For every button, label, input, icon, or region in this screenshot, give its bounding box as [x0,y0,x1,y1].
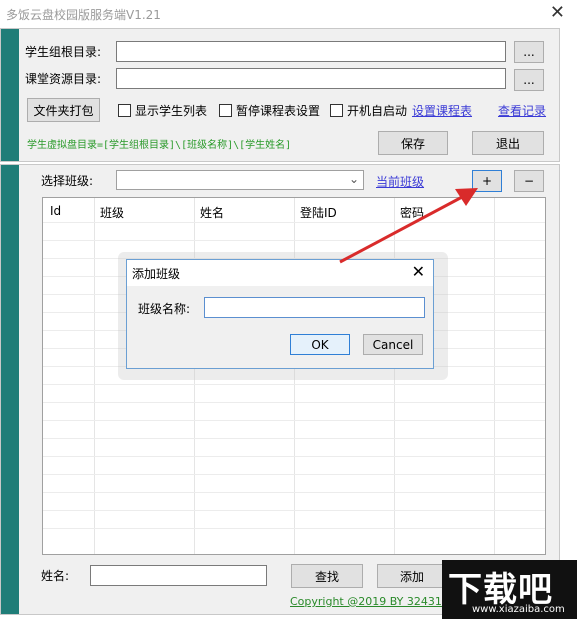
window-close-icon[interactable]: ✕ [550,2,565,24]
column-header-name[interactable]: 姓名 [200,204,224,221]
search-button[interactable]: 查找 [291,564,363,588]
pause-schedule-checkbox[interactable]: 暂停课程表设置 [219,102,320,119]
column-header-id[interactable]: Id [50,204,61,218]
select-class-label: 选择班级: [41,174,94,188]
autostart-checkbox[interactable]: 开机自启动 [330,102,407,119]
save-button[interactable]: 保存 [378,131,448,155]
dialog-cancel-button[interactable]: Cancel [363,334,423,355]
show-student-list-label: 显示学生列表 [135,104,208,118]
column-header-password[interactable]: 密码 [400,204,424,221]
column-header-class[interactable]: 班级 [100,204,124,221]
course-res-label: 课堂资源目录: [25,72,102,86]
class-name-label: 班级名称: [138,302,191,316]
class-select[interactable]: ⌄ [116,170,364,190]
row-divider [43,384,545,385]
row-divider [43,510,545,511]
settings-accent-bar [1,29,19,161]
row-divider [43,420,545,421]
row-divider [43,474,545,475]
course-res-input[interactable] [116,68,506,89]
dialog-title: 添加班级 [132,267,181,281]
student-root-label: 学生组根目录: [25,45,102,59]
exit-button[interactable]: 退出 [472,131,544,155]
add-class-button[interactable]: + [472,170,502,192]
checkbox-box[interactable] [219,104,232,117]
watermark-logo: 下载吧 www.xiazaiba.com [442,560,577,619]
remove-class-button[interactable]: − [514,170,544,192]
column-header-login-id[interactable]: 登陆ID [300,204,337,221]
checkbox-box[interactable] [118,104,131,117]
class-name-input[interactable] [204,297,425,318]
row-divider [43,456,545,457]
name-label: 姓名: [41,569,70,583]
view-log-link[interactable]: 查看记录 [498,102,546,119]
checkbox-box[interactable] [330,104,343,117]
window-title: 多饭云盘校园版服务端V1.21 [6,8,161,22]
current-class-link[interactable]: 当前班级 [376,173,424,190]
row-divider [43,240,545,241]
course-res-browse-button[interactable]: ... [514,69,544,91]
show-student-list-checkbox[interactable]: 显示学生列表 [118,102,207,119]
pack-folder-button[interactable]: 文件夹打包 [27,98,100,122]
row-divider [43,528,545,529]
column-divider [94,198,95,554]
dialog-title-bar: 添加班级 ✕ [127,260,433,286]
watermark-url: www.xiazaiba.com [472,604,565,615]
dialog-ok-button[interactable]: OK [290,334,350,355]
autostart-label: 开机自启动 [347,104,408,118]
dialog-close-icon[interactable]: ✕ [412,262,425,281]
add-class-dialog: 添加班级 ✕ 班级名称: OK Cancel [126,259,434,369]
pause-schedule-label: 暂停课程表设置 [236,104,321,118]
row-divider [43,402,545,403]
classes-accent-bar [1,165,19,614]
copyright-text: Copyright @2019 BY 32431296 [290,595,463,608]
row-divider [43,438,545,439]
student-root-input[interactable] [116,41,506,62]
name-search-input[interactable] [90,565,267,586]
student-root-browse-button[interactable]: ... [514,41,544,63]
title-bar: 多饭云盘校园版服务端V1.21 ✕ [0,0,577,28]
row-divider [43,492,545,493]
chevron-down-icon: ⌄ [348,172,359,186]
set-schedule-link[interactable]: 设置课程表 [412,102,472,119]
classes-panel: 选择班级: ⌄ 当前班级 + − Id 班级 姓名 登陆ID 密码 姓名: 查找… [0,164,560,615]
row-divider [43,222,545,223]
add-student-button[interactable]: 添加 [377,564,447,588]
settings-panel: 学生组根目录: ... 课堂资源目录: ... 文件夹打包 显示学生列表 暂停课… [0,28,560,162]
directory-hint: 学生虚拟盘目录=[学生组根目录]\[班级名称]\[学生姓名] [27,140,292,151]
column-divider [494,198,495,554]
